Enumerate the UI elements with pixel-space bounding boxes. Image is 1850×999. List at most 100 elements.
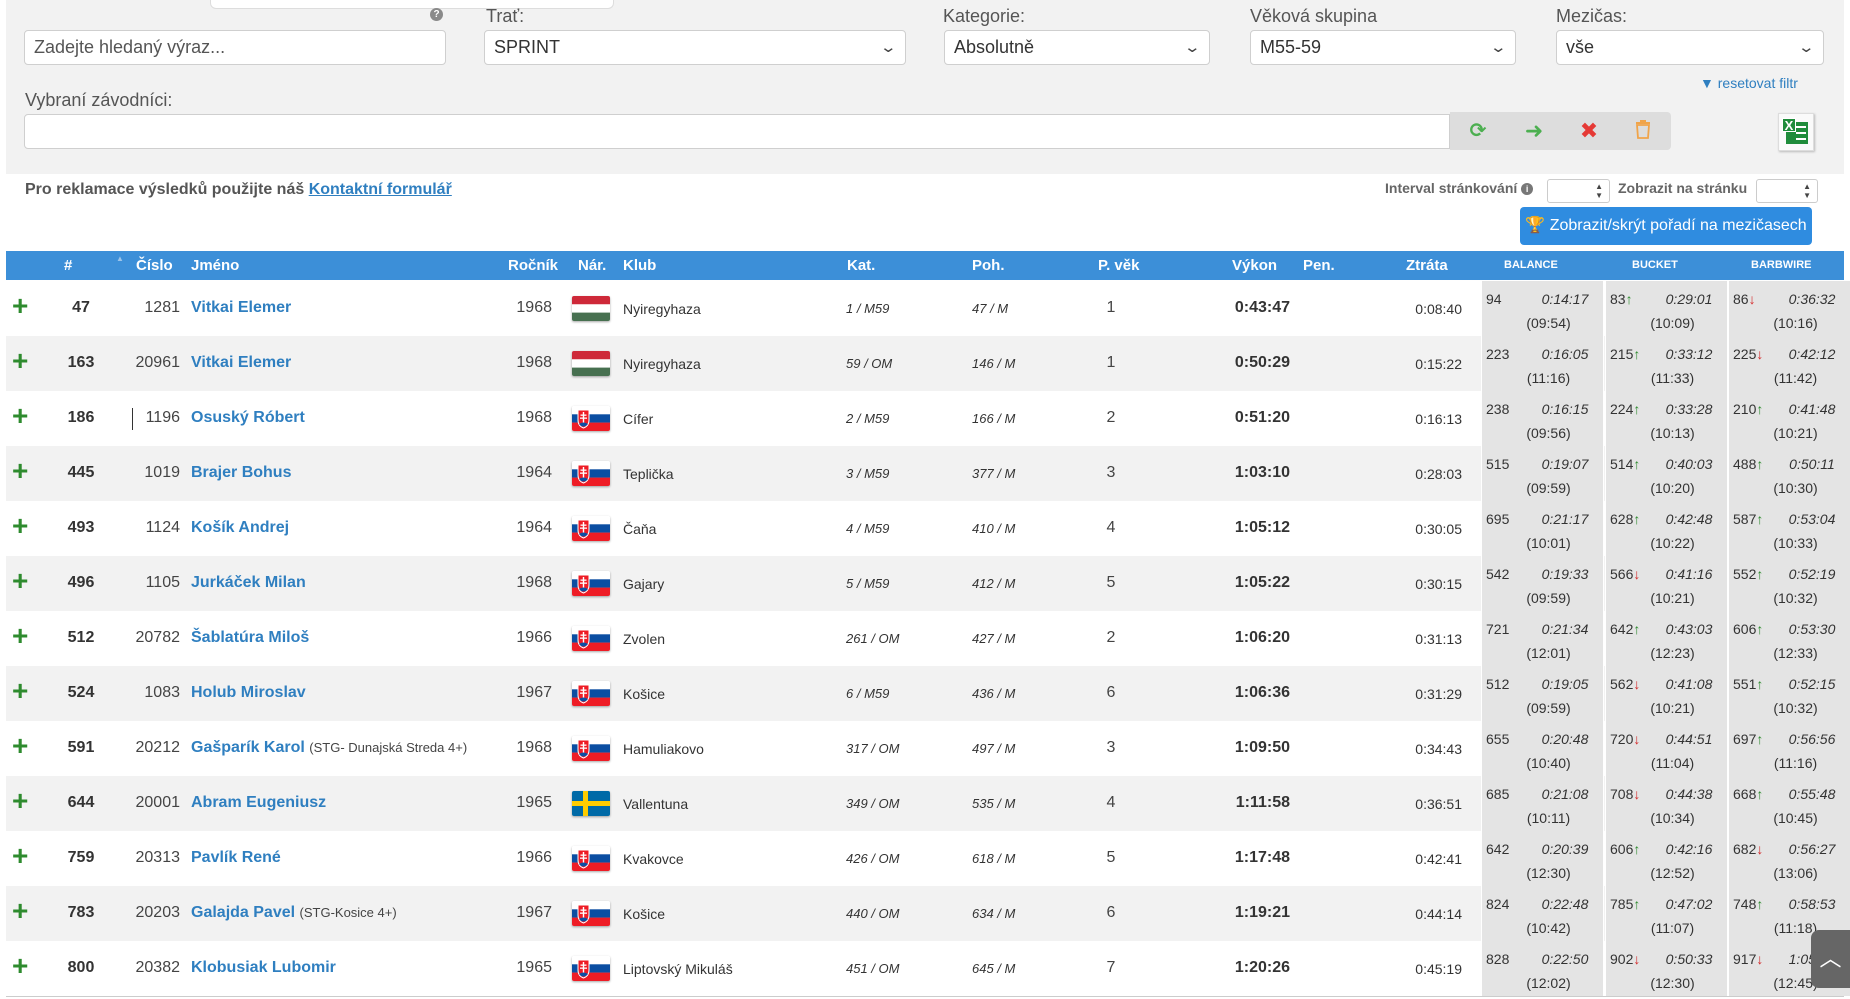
help-icon[interactable]: ? (430, 8, 443, 21)
time-loss-cell: 0:30:05 (1415, 521, 1462, 537)
competitor-name-link[interactable]: Vitkai Elemer (191, 299, 291, 316)
reset-filter-link[interactable]: ▼ resetovat filtr (1700, 75, 1798, 91)
toggle-split-ranks-button[interactable]: 🏆 Zobrazit/skrýt pořadí na mezičasech (1520, 207, 1812, 245)
arrow-down-icon: ↓ (1756, 346, 1764, 362)
col-nat[interactable]: Nár. (578, 257, 606, 274)
col-pvek[interactable]: P. věk (1098, 257, 1139, 274)
competitor-name-cell: Košík Andrej (191, 519, 289, 537)
competitor-name-link[interactable]: Košík Andrej (191, 519, 289, 536)
col-kat[interactable]: Kat. (847, 257, 875, 274)
help-icon[interactable]: i (1521, 183, 1534, 195)
competitor-name-link[interactable]: Brajer Bohus (191, 464, 291, 481)
arrow-right-icon[interactable]: ➜ (1522, 119, 1546, 143)
col-num[interactable]: Číslo (136, 257, 173, 274)
split-time: 0:56:27 (1788, 841, 1836, 857)
competitor-name-link[interactable]: Šablatúra Miloš (191, 629, 309, 646)
club-cell: Vallentuna (623, 796, 689, 812)
split-rank-value: 668 (1733, 786, 1757, 802)
trash-icon[interactable] (1631, 119, 1655, 143)
split-cell: 566↓ 0:41:16 (10:21) (1605, 556, 1728, 611)
expand-plus-icon[interactable]: + (12, 897, 28, 925)
col-vykon[interactable]: Výkon (1232, 257, 1277, 274)
rank-cell: 591 (67, 739, 95, 756)
split-rank-value: 721 (1486, 621, 1510, 637)
col-year[interactable]: Ročník (508, 257, 558, 274)
age-rank-cell: 4 (1106, 519, 1116, 536)
col-split-1[interactable]: BALANCE (1504, 259, 1558, 271)
table-row: + 524 1083 Holub Miroslav 1967 Košice 6 … (6, 666, 1850, 721)
split-cell: 215↑ 0:33:12 (11:33) (1605, 336, 1728, 391)
per-page-spinner[interactable]: ▲ ▼ (1756, 179, 1818, 203)
col-ztrata[interactable]: Ztráta (1406, 257, 1448, 274)
expand-plus-icon[interactable]: + (12, 842, 28, 870)
split-cell: 682↓ 0:56:27 (13:06) (1728, 831, 1850, 886)
competitor-name-link[interactable]: Gašparík Karol (191, 739, 305, 756)
kategorie-select[interactable]: Absolutně ⌄ (944, 30, 1210, 65)
expand-plus-icon[interactable]: + (12, 292, 28, 320)
split-rank: 94 (1486, 291, 1502, 307)
split-rank-value: 682 (1733, 841, 1757, 857)
close-icon[interactable]: ✖ (1577, 119, 1601, 143)
split-cell: 83↑ 0:29:01 (10:09) (1605, 281, 1728, 336)
age-rank-cell: 2 (1106, 629, 1116, 646)
competitor-name-link[interactable]: Abram Eugeniusz (191, 794, 326, 811)
competitor-name-link[interactable]: Jurkáček Milan (191, 574, 306, 591)
competitor-name-link[interactable]: Pavlík René (191, 849, 281, 866)
age-rank-cell: 3 (1106, 464, 1116, 481)
split-rank: 685 (1486, 786, 1509, 802)
mezicas-select[interactable]: vše ⌄ (1556, 30, 1824, 65)
split-rank: 902↓ (1610, 951, 1640, 967)
split-rank-value: 828 (1486, 951, 1510, 967)
gender-rank-cell: 410 / M (972, 521, 1016, 536)
excel-export-icon[interactable]: X (1778, 113, 1814, 151)
selected-competitors-label: Vybraní závodníci: (25, 90, 173, 110)
category-rank-cell: 2 / M59 (846, 411, 890, 426)
col-rank[interactable]: # (64, 257, 72, 274)
expand-plus-icon[interactable]: + (12, 457, 28, 485)
expand-plus-icon[interactable]: + (12, 677, 28, 705)
split-rank: 215↑ (1610, 346, 1640, 362)
competitor-name-link[interactable]: Vitkai Elemer (191, 354, 291, 371)
expand-plus-icon[interactable]: + (12, 952, 28, 980)
split-cell: 238 0:16:15 (09:56) (1481, 391, 1604, 446)
competitor-name-link[interactable]: Holub Miroslav (191, 684, 306, 701)
interval-spinner[interactable]: ▲ ▼ (1547, 179, 1610, 203)
split-cell: 223 0:16:05 (11:16) (1481, 336, 1604, 391)
vekova-select[interactable]: M55-59 ⌄ (1250, 30, 1516, 65)
competitor-name-link[interactable]: Galajda Pavel (191, 904, 295, 921)
search-input[interactable]: Zadejte hledaný výraz... (24, 30, 446, 65)
col-poh[interactable]: Poh. (972, 257, 1005, 274)
competitor-name-cell: Abram Eugeniusz (191, 794, 326, 812)
split-rank-value: 83 (1610, 291, 1626, 307)
col-split-3[interactable]: BARBWIRE (1751, 259, 1812, 271)
selected-competitors-input[interactable] (24, 114, 1450, 149)
col-name[interactable]: Jméno (191, 257, 239, 274)
expand-plus-icon[interactable]: + (12, 567, 28, 595)
scroll-to-top-button[interactable]: ︿ (1811, 930, 1850, 988)
expand-plus-icon[interactable]: + (12, 732, 28, 760)
col-split-2[interactable]: BUCKET (1632, 259, 1678, 271)
arrow-up-icon: ↑ (1756, 511, 1764, 527)
vekova-label: Věková skupina (1250, 6, 1378, 26)
expand-plus-icon[interactable]: + (12, 402, 28, 430)
rank-cell: 524 (67, 684, 95, 701)
col-pen[interactable]: Pen. (1303, 257, 1335, 274)
competitor-name-link[interactable]: Klobusiak Lubomir (191, 959, 336, 976)
contact-form-link[interactable]: Kontaktní formulář (309, 181, 452, 198)
kategorie-label: Kategorie: (943, 6, 1026, 26)
expand-plus-icon[interactable]: + (12, 622, 28, 650)
expand-plus-icon[interactable]: + (12, 347, 28, 375)
interval-label-text: Interval stránkování (1385, 180, 1518, 196)
club-cell: Čaňa (623, 521, 657, 537)
expand-plus-icon[interactable]: + (12, 787, 28, 815)
finish-time-cell: 1:06:36 (1234, 684, 1290, 701)
refresh-icon[interactable]: ⟳ (1466, 119, 1490, 143)
expand-plus-icon[interactable]: + (12, 512, 28, 540)
split-cell: 606↑ 0:53:30 (12:33) (1728, 611, 1850, 666)
trat-select[interactable]: SPRINT ⌄ (484, 30, 906, 65)
arrow-down-icon: ↓ (1633, 676, 1641, 692)
col-club[interactable]: Klub (623, 257, 656, 274)
rank-cell: 493 (67, 519, 95, 536)
club-cell: Cífer (623, 411, 654, 427)
competitor-name-link[interactable]: Osuský Róbert (191, 409, 305, 426)
